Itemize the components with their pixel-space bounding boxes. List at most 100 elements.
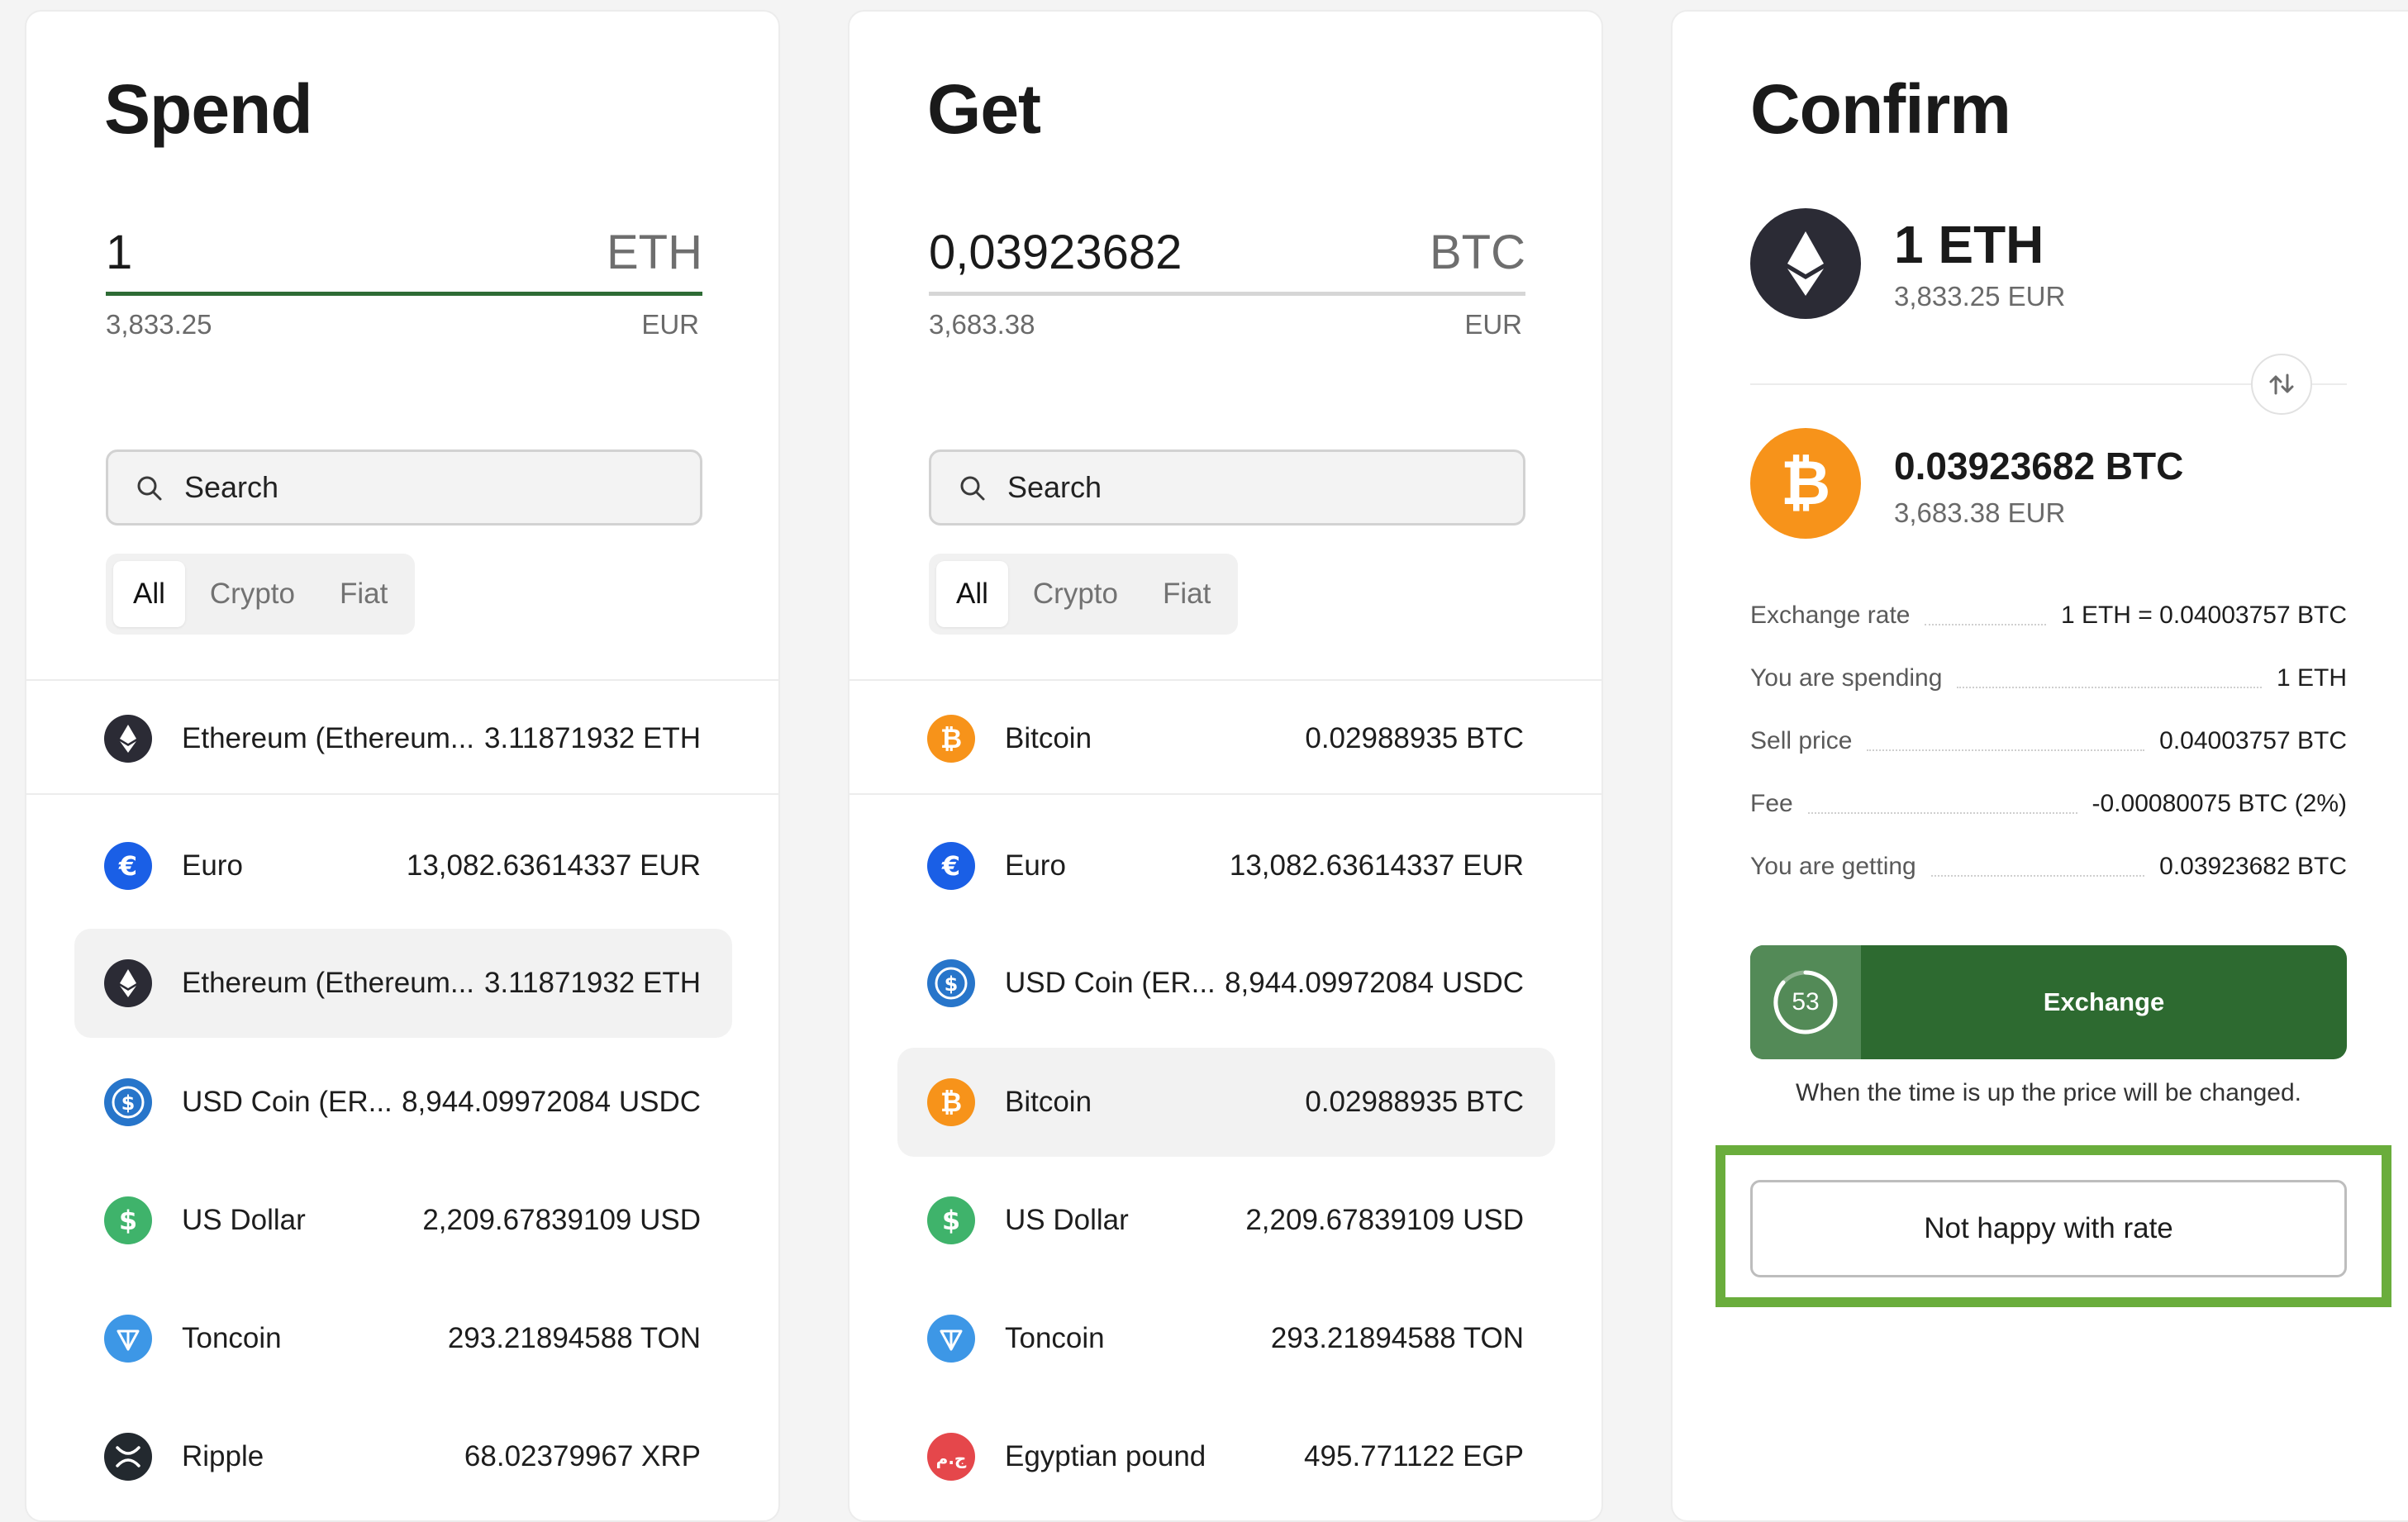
asset-balance: 0.02988935 BTC — [1302, 1084, 1524, 1120]
divider — [849, 793, 1601, 795]
toncoin-icon — [927, 1315, 975, 1363]
detail-value: 0.03923682 BTC — [2159, 853, 2347, 880]
asset-balance: 8,944.09972084 USDC — [402, 1086, 701, 1118]
get-amount-field[interactable]: 0,03923682 BTC — [929, 223, 1525, 296]
countdown-timer: 53 — [1750, 945, 1861, 1059]
asset-name: Ethereum (Ethereum... — [182, 967, 475, 999]
asset-balance: 3.11871932 ETH — [480, 965, 701, 1001]
leader-dots — [1925, 606, 2046, 625]
ethereum-icon — [1750, 208, 1861, 319]
get-tab-crypto[interactable]: Crypto — [1013, 561, 1138, 627]
swap-button[interactable] — [2251, 354, 2312, 415]
to-fiat-value: 3,683.38 EUR — [1894, 497, 2066, 528]
get-asset-us-dollar[interactable]: $ US Dollar 2,209.67839109 USD — [897, 1166, 1555, 1275]
asset-balance: 3.11871932 ETH — [483, 722, 701, 754]
svg-text:€: € — [118, 850, 137, 882]
timer-note: When the time is up the price will be ch… — [1796, 1079, 2301, 1106]
spend-panel: Spend 1 ETH 3,833.25 EUR All Crypto Fiat… — [25, 10, 780, 1522]
timer-seconds: 53 — [1792, 988, 1820, 1015]
get-asset-egyptian-pound[interactable]: ج.م Egyptian pound 495.771122 EGP — [897, 1402, 1555, 1511]
bitcoin-icon: ₿ — [927, 715, 975, 763]
get-asset-toncoin[interactable]: Toncoin 293.21894588 TON — [897, 1284, 1555, 1393]
to-amount: 0.03923682 BTC — [1894, 445, 2184, 488]
euro-icon: € — [927, 842, 975, 890]
us-dollar-icon: $ — [104, 1196, 152, 1244]
spend-asset-us-dollar[interactable]: $ US Dollar 2,209.67839109 USD — [74, 1166, 732, 1275]
bitcoin-icon: ₿ — [1750, 428, 1861, 539]
asset-balance: 0.02988935 BTC — [1305, 722, 1524, 754]
spend-tab-all[interactable]: All — [113, 561, 185, 627]
confirm-title: Confirm — [1750, 70, 2011, 148]
detail-label: Exchange rate — [1750, 602, 1911, 629]
get-tab-all[interactable]: All — [936, 561, 1008, 627]
asset-balance: 2,209.67839109 USD — [422, 1204, 701, 1236]
asset-balance: 293.21894588 TON — [1270, 1322, 1524, 1354]
get-search-input[interactable] — [1007, 464, 1503, 511]
spend-amount-unit: ETH — [607, 226, 702, 279]
detail-value: -0.00080075 BTC (2%) — [2092, 790, 2348, 817]
spend-asset-ethereum[interactable]: Ethereum (Ethereum... 3.11871932 ETH — [74, 929, 732, 1038]
asset-balance: 13,082.63614337 EUR — [1229, 849, 1524, 882]
highlight-annotation — [1716, 1145, 2391, 1307]
asset-name: Euro — [1005, 849, 1066, 882]
spend-asset-toncoin[interactable]: Toncoin 293.21894588 TON — [74, 1284, 732, 1393]
get-tab-fiat[interactable]: Fiat — [1143, 561, 1230, 627]
detail-label: You are spending — [1750, 664, 1943, 692]
spend-pinned-asset[interactable]: Ethereum (Ethereum... 3.11871932 ETH — [74, 684, 732, 793]
get-amount-unit: BTC — [1430, 226, 1525, 279]
svg-text:₿: ₿ — [1781, 448, 1830, 519]
detail-exchange-rate: Exchange rate 1 ETH = 0.04003757 BTC — [1750, 595, 2347, 636]
asset-name: Ripple — [182, 1440, 264, 1472]
asset-name: Bitcoin — [1005, 722, 1092, 754]
exchange-label: Exchange — [2043, 987, 2165, 1016]
spend-search-input[interactable] — [184, 464, 680, 511]
spend-fiat-value: 3,833.25 — [106, 309, 212, 340]
asset-name: Ethereum (Ethereum... — [182, 722, 475, 754]
get-pinned-asset[interactable]: ₿ Bitcoin 0.02988935 BTC — [897, 684, 1555, 793]
svg-text:$: $ — [942, 1205, 960, 1236]
asset-name: Euro — [182, 849, 243, 882]
asset-balance: 13,082.63614337 EUR — [406, 849, 701, 882]
svg-text:$: $ — [945, 973, 959, 996]
detail-you-are-spending: You are spending 1 ETH — [1750, 658, 2347, 699]
leader-dots — [1930, 857, 2145, 877]
leader-dots — [1807, 794, 2077, 814]
asset-balance: 68.02379967 XRP — [464, 1440, 701, 1472]
spend-amount-field[interactable]: 1 ETH — [106, 223, 702, 296]
spend-asset-usd-coin[interactable]: $ USD Coin (ER... 8,944.09972084 USDC — [74, 1048, 732, 1157]
asset-balance: 2,209.67839109 USD — [1245, 1204, 1524, 1236]
spend-asset-ripple[interactable]: Ripple 68.02379967 XRP — [74, 1402, 732, 1511]
get-amount-value[interactable]: 0,03923682 — [929, 223, 1182, 283]
us-dollar-icon: $ — [927, 1196, 975, 1244]
asset-name: US Dollar — [182, 1204, 306, 1236]
usd-coin-icon: $ — [927, 959, 975, 1007]
detail-value: 1 ETH = 0.04003757 BTC — [2060, 602, 2347, 629]
svg-text:$: $ — [121, 1092, 136, 1115]
bitcoin-icon: ₿ — [927, 1078, 975, 1126]
get-asset-euro[interactable]: € Euro 13,082.63614337 EUR — [897, 811, 1555, 920]
euro-icon: € — [104, 842, 152, 890]
exchange-button[interactable]: 53 Exchange — [1750, 945, 2347, 1059]
asset-name: Toncoin — [182, 1322, 282, 1354]
leader-dots — [1957, 668, 2262, 688]
detail-label: Sell price — [1750, 727, 1853, 754]
asset-name: USD Coin (ER... — [182, 1086, 393, 1118]
divider — [26, 793, 778, 795]
get-asset-usd-coin[interactable]: $ USD Coin (ER... 8,944.09972084 USDC — [897, 929, 1555, 1038]
spend-search-box[interactable] — [106, 449, 702, 526]
get-title: Get — [927, 70, 1041, 148]
asset-name: Toncoin — [1005, 1322, 1105, 1354]
get-panel: Get 0,03923682 BTC 3,683.38 EUR All Cryp… — [848, 10, 1603, 1522]
spend-asset-euro[interactable]: € Euro 13,082.63614337 EUR — [74, 811, 732, 920]
detail-label: Fee — [1750, 790, 1793, 817]
spend-tab-crypto[interactable]: Crypto — [190, 561, 315, 627]
spend-tab-fiat[interactable]: Fiat — [320, 561, 407, 627]
get-asset-bitcoin[interactable]: ₿ Bitcoin 0.02988935 BTC — [897, 1048, 1555, 1157]
spend-amount-value[interactable]: 1 — [106, 223, 132, 283]
asset-name: Egyptian pound — [1005, 1440, 1206, 1472]
ripple-icon — [104, 1433, 152, 1481]
spend-fiat-unit: EUR — [641, 309, 699, 340]
spend-title: Spend — [104, 70, 313, 148]
get-search-box[interactable] — [929, 449, 1525, 526]
divider — [849, 679, 1601, 681]
